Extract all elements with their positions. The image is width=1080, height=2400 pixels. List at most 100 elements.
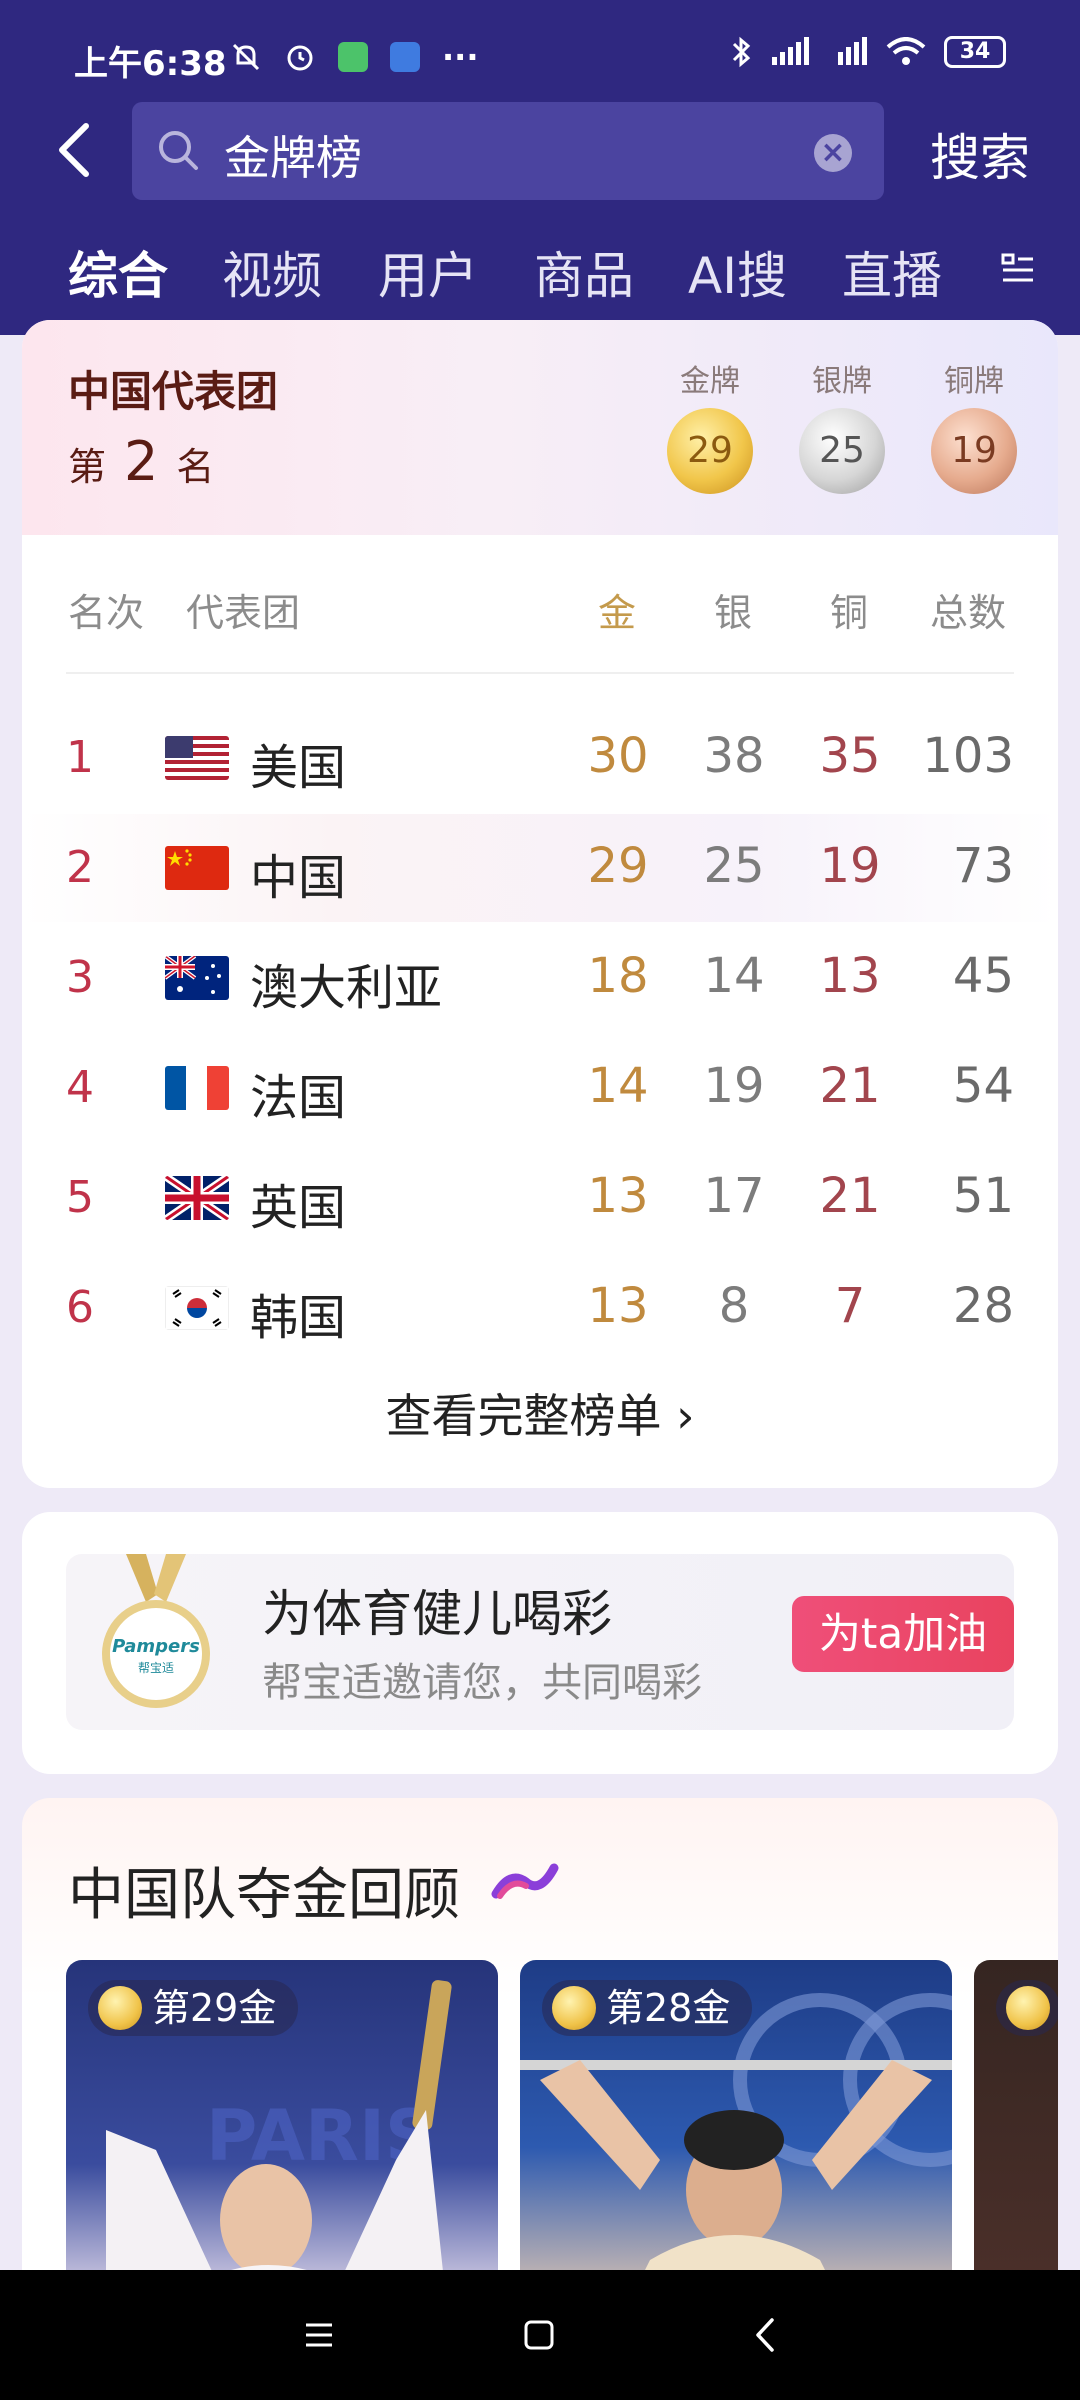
signal-icon [772,37,809,65]
tab-ai-search[interactable]: AI搜 [688,236,787,308]
search-query: 金牌榜 [224,131,362,185]
app-header: 上午6:38 ··· 34 金牌榜 × 搜索 综合 视频 用户 商品 AI搜 直… [0,0,1080,335]
korea-flag-icon [165,1286,229,1330]
system-icons: 34 [730,36,1006,68]
row-silver: 8 [718,1278,750,1334]
table-row[interactable]: 1 美国 30 38 35 103 [22,704,1058,812]
wifi-icon [886,37,926,65]
australia-flag-icon [165,956,229,1000]
row-rank: 2 [66,842,94,893]
header-team: 代表团 [186,591,301,635]
gold-coin-icon [552,1986,596,2030]
search-button[interactable]: 搜索 [930,118,1030,190]
delegation-rank-banner[interactable]: 中国代表团 第2名 金牌 29 银牌 25 铜牌 19 [22,320,1058,535]
gold-review-thumbnail-partial[interactable] [974,1960,1058,2298]
clear-icon[interactable]: × [814,134,852,172]
tab-video[interactable]: 视频 [222,236,322,308]
badge-text: 第29金 [152,1986,277,2030]
search-input[interactable]: 金牌榜 × [132,102,884,200]
row-bronze: 7 [834,1278,866,1334]
bronze-label: 铜牌 [944,364,1004,399]
table-row[interactable]: 5 英国 13 17 21 51 [22,1144,1058,1252]
row-bronze: 19 [819,838,881,894]
row-rank: 5 [66,1172,94,1223]
swoosh-decoration-icon [491,1863,559,1899]
tab-bar: 综合 视频 用户 商品 AI搜 直播 [0,236,1080,332]
notification-icons: ··· [230,38,478,76]
row-gold: 13 [587,1168,649,1224]
row-gold: 14 [587,1058,649,1114]
row-gold: 18 [587,948,649,1004]
mute-bell-icon [232,43,260,71]
bluetooth-icon [732,36,751,68]
row-total: 45 [952,948,1014,1004]
row-silver: 17 [703,1168,765,1224]
back-icon[interactable] [742,2310,792,2360]
table-header: 名次 代表团 金 银 铜 总数 [22,582,1058,642]
delegation-rank: 第2名 [68,430,214,493]
search-icon [159,131,198,170]
table-row[interactable]: 4 法国 14 19 21 54 [22,1034,1058,1142]
row-team: 美国 [250,740,347,796]
row-total: 51 [952,1168,1014,1224]
pampers-medal-logo: Pampers 帮宝适 [102,1554,210,1708]
status-bar: 上午6:38 ··· 34 [0,30,1080,86]
search-row: 金牌榜 × 搜索 [0,100,1080,200]
cheer-button[interactable]: 为ta加油 [792,1596,1014,1672]
app-notification-icon [390,42,420,72]
svg-text:Pampers: Pampers [112,1636,200,1657]
gold-medal-icon: 29 [667,408,753,494]
row-gold: 29 [587,838,649,894]
silver-label: 银牌 [812,364,872,399]
row-gold: 13 [587,1278,649,1334]
gold-review-thumbnail[interactable]: 第28金 [520,1960,952,2298]
row-bronze: 35 [819,728,881,784]
table-row[interactable]: 6 韩国 13 8 7 28 [22,1254,1058,1362]
row-total: 73 [952,838,1014,894]
row-team: 法国 [250,1070,347,1126]
app-notification-icon [338,42,368,72]
section-title: 中国队夺金回顾 [68,1863,460,1928]
status-time: 上午6:38 [74,44,227,84]
gold-coin-icon [98,1986,142,2030]
row-silver: 25 [703,838,765,894]
svg-text:帮宝适: 帮宝适 [138,1661,174,1675]
china-flag-icon [165,846,229,890]
row-silver: 14 [703,948,765,1004]
home-icon[interactable] [514,2310,564,2360]
header-rank: 名次 [68,591,145,635]
usa-flag-icon [165,736,229,780]
header-total: 总数 [930,591,1007,635]
delegation-name: 中国代表团 [68,367,279,416]
sponsor-card: Pampers 帮宝适 为体育健儿喝彩 帮宝适邀请您，共同喝彩 为ta加油 [22,1512,1058,1774]
tab-comprehensive[interactable]: 综合 [68,236,168,308]
france-flag-icon [165,1066,229,1110]
table-row[interactable]: 2 中国 29 25 19 73 [22,814,1058,922]
menu-icon[interactable] [294,2310,344,2360]
header-gold: 金 [598,591,637,635]
row-silver: 38 [703,728,765,784]
tab-users[interactable]: 用户 [378,236,478,308]
row-team: 澳大利亚 [250,960,443,1016]
rank-prefix: 第 [68,445,107,489]
gold-medal-count: 金牌 29 [664,356,756,494]
tab-menu-icon[interactable] [1000,250,1036,286]
see-full-ranking-link[interactable]: 查看完整榜单 › [22,1380,1058,1446]
table-row[interactable]: 3 澳大利亚 18 14 13 45 [22,924,1058,1032]
back-arrow-icon[interactable] [48,118,108,182]
tab-products[interactable]: 商品 [534,236,634,308]
alarm-icon [287,45,313,71]
row-team: 韩国 [250,1290,347,1346]
gold-count-badge: 第29金 [88,1980,299,2036]
silver-medal-icon: 25 [799,408,885,494]
gold-review-thumbnail[interactable]: PARIS 第29金 [66,1960,498,2298]
tab-live[interactable]: 直播 [842,236,942,308]
medal-table-card: 中国代表团 第2名 金牌 29 银牌 25 铜牌 19 名次 代表团 金 银 铜… [22,320,1058,1488]
row-bronze: 13 [819,948,881,1004]
battery-icon: 34 [944,36,1006,68]
signal-hd-icon [838,37,867,65]
promo-subtitle: 帮宝适邀请您，共同喝彩 [262,1660,702,1706]
row-gold: 30 [587,728,649,784]
row-team: 英国 [250,1180,347,1236]
sponsor-banner[interactable]: Pampers 帮宝适 为体育健儿喝彩 帮宝适邀请您，共同喝彩 为ta加油 [66,1554,1014,1730]
